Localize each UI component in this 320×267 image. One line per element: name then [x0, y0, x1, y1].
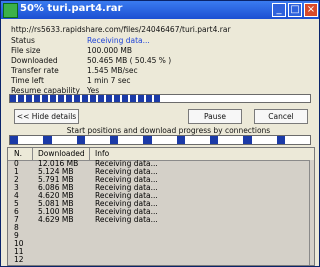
- connection-gap-segment: [218, 136, 244, 144]
- connections-table: N. Downloaded Info 0 12.016 MB Receiving d…: [7, 147, 315, 266]
- status-label: Status: [11, 36, 35, 45]
- table-body: 0 12.016 MB Receiving data... 1 5.124 MB Rece…: [8, 160, 314, 265]
- transfer-rate-label: Transfer rate: [11, 66, 59, 75]
- connection-gap-segment: [118, 136, 144, 144]
- hide-details-button[interactable]: << Hide details: [14, 109, 79, 124]
- column-separator[interactable]: [32, 148, 33, 160]
- table-row[interactable]: 12: [8, 256, 314, 264]
- column-header-info[interactable]: Info: [95, 149, 109, 158]
- transfer-rate-value: 1.545 MB/sec: [87, 66, 138, 75]
- file-size-label: File size: [11, 46, 41, 55]
- column-header-n[interactable]: N.: [14, 149, 22, 158]
- time-left-value: 1 min 7 sec: [87, 76, 131, 85]
- table-row[interactable]: 7 4.629 MB Receiving data...: [8, 216, 314, 224]
- download-info: http://rs5633.rapidshare.com/files/24046…: [11, 25, 231, 95]
- connection-progress-segment: [176, 136, 185, 144]
- downloaded-value: 50.465 MB ( 50.45 % ): [87, 56, 172, 65]
- connection-progress-segment: [143, 136, 152, 144]
- close-icon: ×: [306, 4, 316, 15]
- file-url: http://rs5633.rapidshare.com/files/24046…: [11, 25, 231, 34]
- minimize-icon: _: [276, 4, 282, 15]
- connection-progress-segment: [209, 136, 219, 144]
- table-row[interactable]: 8: [8, 224, 314, 232]
- time-left-label: Time left: [11, 76, 44, 85]
- connection-progress-segment: [76, 136, 85, 144]
- minimize-button[interactable]: _: [272, 3, 286, 17]
- connection-progress-segment: [43, 136, 52, 144]
- connection-gap-segment: [51, 136, 77, 144]
- cell-downloaded: 4.629 MB: [38, 215, 74, 224]
- connections-progress-bar: [9, 135, 311, 145]
- connection-gap-segment: [184, 136, 210, 144]
- file-size-value: 100.000 MB: [87, 46, 133, 55]
- cell-index: 12: [14, 255, 24, 264]
- cell-info: Receiving data...: [95, 215, 158, 224]
- table-row[interactable]: 11: [8, 248, 314, 256]
- download-window: 50% turi.part4.rar _ □ × http://rs5633.r…: [0, 0, 320, 267]
- column-header-downloaded[interactable]: Downloaded: [38, 149, 85, 158]
- connection-gap-segment: [284, 136, 310, 144]
- connection-progress-segment: [243, 136, 252, 144]
- app-icon: [3, 3, 18, 18]
- connection-progress-segment: [109, 136, 119, 144]
- connection-progress-segment: [10, 136, 19, 144]
- cancel-button[interactable]: Cancel: [254, 109, 308, 124]
- window-title: 50% turi.part4.rar: [20, 3, 123, 14]
- status-value: Receiving data...: [87, 36, 150, 45]
- maximize-button[interactable]: □: [288, 3, 302, 17]
- title-bar[interactable]: 50% turi.part4.rar _ □ ×: [1, 1, 319, 19]
- table-row[interactable]: 9: [8, 232, 314, 240]
- connection-gap-segment: [251, 136, 277, 144]
- close-button[interactable]: ×: [304, 3, 318, 17]
- connections-title: Start positions and download progress by…: [66, 126, 271, 135]
- download-progress-fill: [10, 95, 162, 102]
- maximize-icon: □: [290, 4, 300, 15]
- table-row[interactable]: 10: [8, 240, 314, 248]
- download-progress-bar: [9, 94, 311, 103]
- connection-gap-segment: [151, 136, 177, 144]
- connection-gap-segment: [84, 136, 110, 144]
- column-separator[interactable]: [89, 148, 90, 160]
- connection-gap-segment: [18, 136, 44, 144]
- pause-button[interactable]: Pause: [188, 109, 242, 124]
- vertical-scrollbar[interactable]: [309, 160, 314, 265]
- connection-progress-segment: [276, 136, 285, 144]
- downloaded-label: Downloaded: [11, 56, 58, 65]
